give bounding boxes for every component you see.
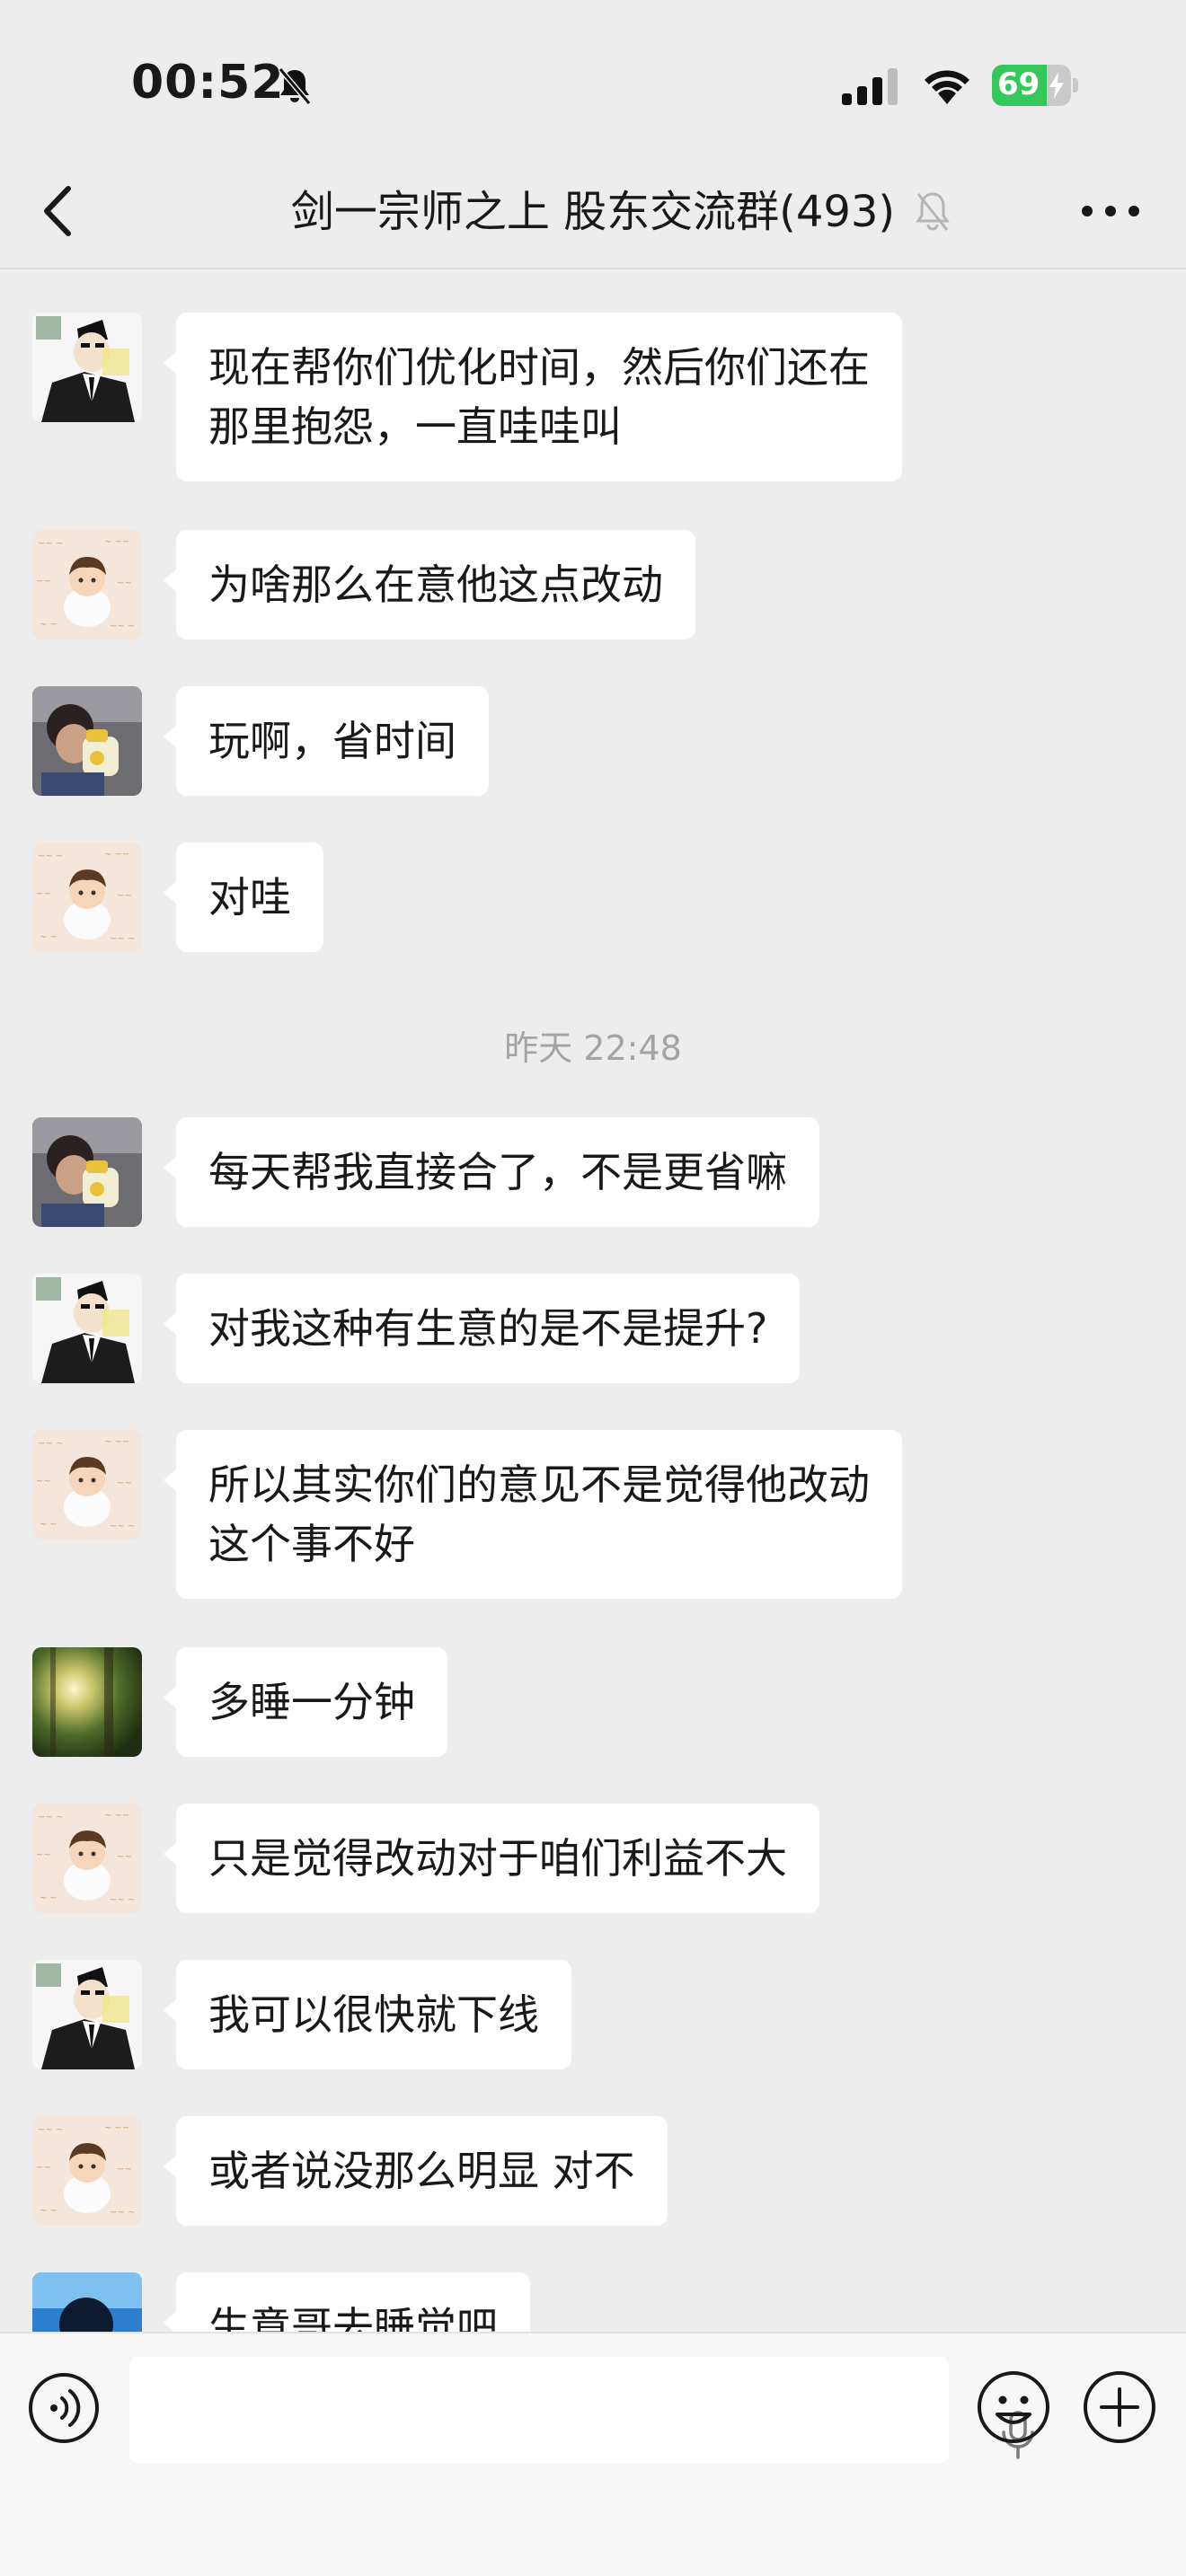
message-bubble[interactable]: 多睡一分钟	[164, 1647, 447, 1757]
svg-text:~~: ~~	[36, 2163, 51, 2173]
crayon-shin-chan-suit-avatar[interactable]	[32, 313, 142, 422]
message-bubble[interactable]: 我可以很快就下线	[164, 1960, 571, 2069]
svg-text:~~ ~: ~~ ~	[110, 1522, 135, 1531]
svg-text:~~ ~: ~~ ~	[38, 2125, 63, 2135]
svg-text:~~ ~: ~~ ~	[110, 934, 135, 944]
forest-sunlight-avatar[interactable]	[32, 1647, 142, 1757]
message-input[interactable]	[129, 2357, 1034, 2463]
svg-text:~ ~~: ~ ~~	[104, 1811, 129, 1821]
svg-text:~ ~~: ~ ~~	[104, 850, 129, 860]
emoji-icon[interactable]	[976, 2369, 1051, 2445]
svg-text:~~: ~~	[36, 889, 51, 899]
message-bubble[interactable]: 对我这种有生意的是不是提升?	[163, 1274, 801, 1383]
bell-slash-icon	[278, 67, 312, 105]
chat-screen: 00:52 69 剑一宗师之上 股东交流群(493) 现在帮你们优化时间，然后你…	[0, 0, 1186, 2576]
svg-text:~~ ~: ~~ ~	[38, 851, 63, 861]
svg-text:~ ~: ~ ~	[40, 620, 58, 630]
svg-text:~ ~~: ~ ~~	[104, 1437, 129, 1447]
svg-text:~ ~: ~ ~	[40, 1893, 58, 1903]
battery-level: 69	[997, 66, 1040, 102]
meditating-boy-avatar[interactable]: ~~ ~ ~ ~~ ~~ ~~ ~ ~ ~~ ~	[32, 2116, 142, 2226]
svg-text:~ ~~: ~ ~~	[104, 2123, 129, 2133]
message-bubble[interactable]: 对哇	[164, 842, 323, 952]
message-bubble[interactable]: 玩啊，省时间	[164, 686, 489, 796]
svg-text:~~ ~: ~~ ~	[110, 622, 135, 631]
svg-text:~~: ~~	[117, 891, 132, 901]
message-bubble[interactable]: 现在帮你们优化时间，然后你们还在 那里抱怨，一直哇哇叫	[164, 313, 902, 481]
svg-text:~~ ~: ~~ ~	[110, 1895, 135, 1905]
crayon-shin-chan-suit-avatar[interactable]	[32, 1960, 142, 2069]
battery-charging-icon: 69	[992, 65, 1078, 106]
chat-input-bar	[0, 2332, 1186, 2576]
child-bottle-photo-avatar[interactable]	[32, 686, 142, 796]
back-chevron-icon[interactable]	[36, 180, 81, 243]
voice-mode-icon[interactable]	[27, 2371, 101, 2445]
message-bubble[interactable]: 所以其实你们的意见不是觉得他改动 这个事不好	[164, 1430, 902, 1599]
cellular-signal-icon	[842, 68, 898, 105]
svg-text:~~ ~: ~~ ~	[38, 539, 63, 549]
wifi-icon	[925, 70, 969, 104]
svg-text:~~ ~: ~~ ~	[38, 1813, 63, 1822]
charging-bolt-icon	[1049, 72, 1064, 99]
svg-text:~~: ~~	[117, 1478, 132, 1488]
svg-text:~~ ~: ~~ ~	[110, 2208, 135, 2218]
chat-nav-bar: 剑一宗师之上 股东交流群(493)	[0, 153, 1186, 269]
crayon-shin-chan-suit-avatar[interactable]	[32, 1274, 142, 1383]
group-chat-title[interactable]: 剑一宗师之上 股东交流群(493)	[225, 183, 961, 241]
chat-timestamp: 昨天 22:48	[504, 1028, 682, 1068]
status-bar: 00:52 69	[0, 0, 1186, 153]
meditating-boy-avatar[interactable]: ~~ ~ ~ ~~ ~~ ~~ ~ ~ ~~ ~	[32, 530, 142, 640]
more-dots-icon[interactable]	[1078, 198, 1143, 225]
message-bubble[interactable]: 或者说没那么明显 对不	[164, 2116, 668, 2226]
message-bubble[interactable]: 只是觉得改动对于咱们利益不大	[164, 1804, 819, 1913]
meditating-boy-avatar[interactable]: ~~ ~ ~ ~~ ~~ ~~ ~ ~ ~~ ~	[32, 842, 142, 952]
svg-text:~~ ~: ~~ ~	[38, 1439, 63, 1449]
svg-text:~ ~: ~ ~	[40, 932, 58, 942]
status-time: 00:52	[131, 56, 285, 110]
svg-text:~ ~: ~ ~	[40, 1520, 58, 1530]
svg-text:~ ~: ~ ~	[40, 2206, 58, 2216]
svg-text:~ ~~: ~ ~~	[104, 537, 129, 547]
svg-text:~~: ~~	[36, 1850, 51, 1860]
plus-icon[interactable]	[1082, 2369, 1157, 2445]
message-bubble[interactable]: 每天帮我直接合了，不是更省嘛	[164, 1117, 819, 1227]
meditating-boy-avatar[interactable]: ~~ ~ ~ ~~ ~~ ~~ ~ ~ ~~ ~	[32, 1804, 142, 1913]
svg-text:~~: ~~	[117, 1852, 132, 1862]
svg-text:~~: ~~	[117, 2165, 132, 2175]
svg-text:~~: ~~	[36, 577, 51, 587]
mute-bell-icon	[916, 192, 950, 231]
svg-text:~~: ~~	[117, 578, 132, 588]
svg-text:~~: ~~	[36, 1477, 51, 1486]
message-bubble[interactable]: 为啥那么在意他这点改动	[164, 530, 695, 640]
meditating-boy-avatar[interactable]: ~~ ~ ~ ~~ ~~ ~~ ~ ~ ~~ ~	[32, 1430, 142, 1539]
child-bottle-photo-avatar[interactable]	[32, 1117, 142, 1227]
